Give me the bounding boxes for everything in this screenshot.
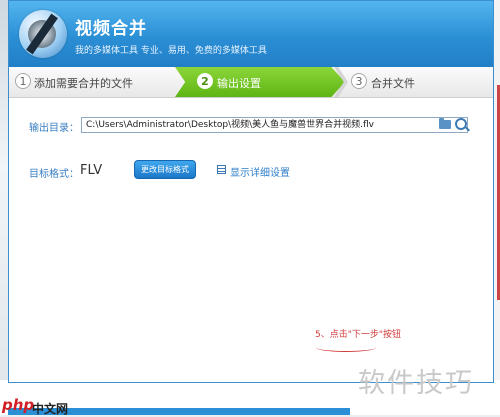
output-directory-label: 输出目录：: [29, 123, 79, 134]
step-number: 1: [15, 73, 31, 89]
app-logo-icon: [19, 10, 67, 58]
output-path-field[interactable]: C:\Users\Administrator\Desktop\视频\美人鱼与魔兽…: [81, 117, 468, 133]
desktop-background-left: [0, 0, 8, 415]
site-logo: php: [2, 396, 35, 414]
show-detail-settings-link[interactable]: 显示详细设置: [230, 164, 290, 179]
folder-icon[interactable]: [439, 118, 451, 129]
step-number: 3: [351, 73, 367, 89]
step-3[interactable]: 3 合并文件: [347, 67, 487, 97]
watermark-text: 软件技巧: [358, 368, 474, 399]
annotation-underline: [316, 343, 376, 352]
detail-settings-icon[interactable]: [217, 165, 226, 174]
step-label: 添加需要合并的文件: [34, 77, 133, 90]
target-format-value: FLV: [80, 163, 103, 178]
step-label: 输出设置: [217, 77, 261, 90]
app-subtitle: 我的多媒体工具 专业、易用、免费的多媒体工具: [75, 46, 267, 56]
site-name: 中文网: [32, 402, 69, 416]
path-actions: [439, 118, 469, 132]
step-number: 2: [197, 73, 213, 89]
search-icon[interactable]: [455, 118, 467, 130]
app-window: 视频合并 我的多媒体工具 专业、易用、免费的多媒体工具 1 添加需要合并的文件 …: [8, 0, 494, 383]
step-2[interactable]: 2 输出设置: [175, 67, 345, 97]
app-header: 视频合并 我的多媒体工具 专业、易用、免费的多媒体工具: [9, 1, 493, 67]
change-format-button[interactable]: 更改目标格式: [134, 160, 196, 179]
step-label: 合并文件: [371, 77, 415, 90]
step-1[interactable]: 1 添加需要合并的文件: [9, 67, 169, 97]
target-format-label: 目标格式：: [29, 169, 79, 180]
app-title: 视频合并: [75, 19, 147, 39]
instruction-annotation: 5、点击"下一步"按钮: [315, 330, 402, 340]
